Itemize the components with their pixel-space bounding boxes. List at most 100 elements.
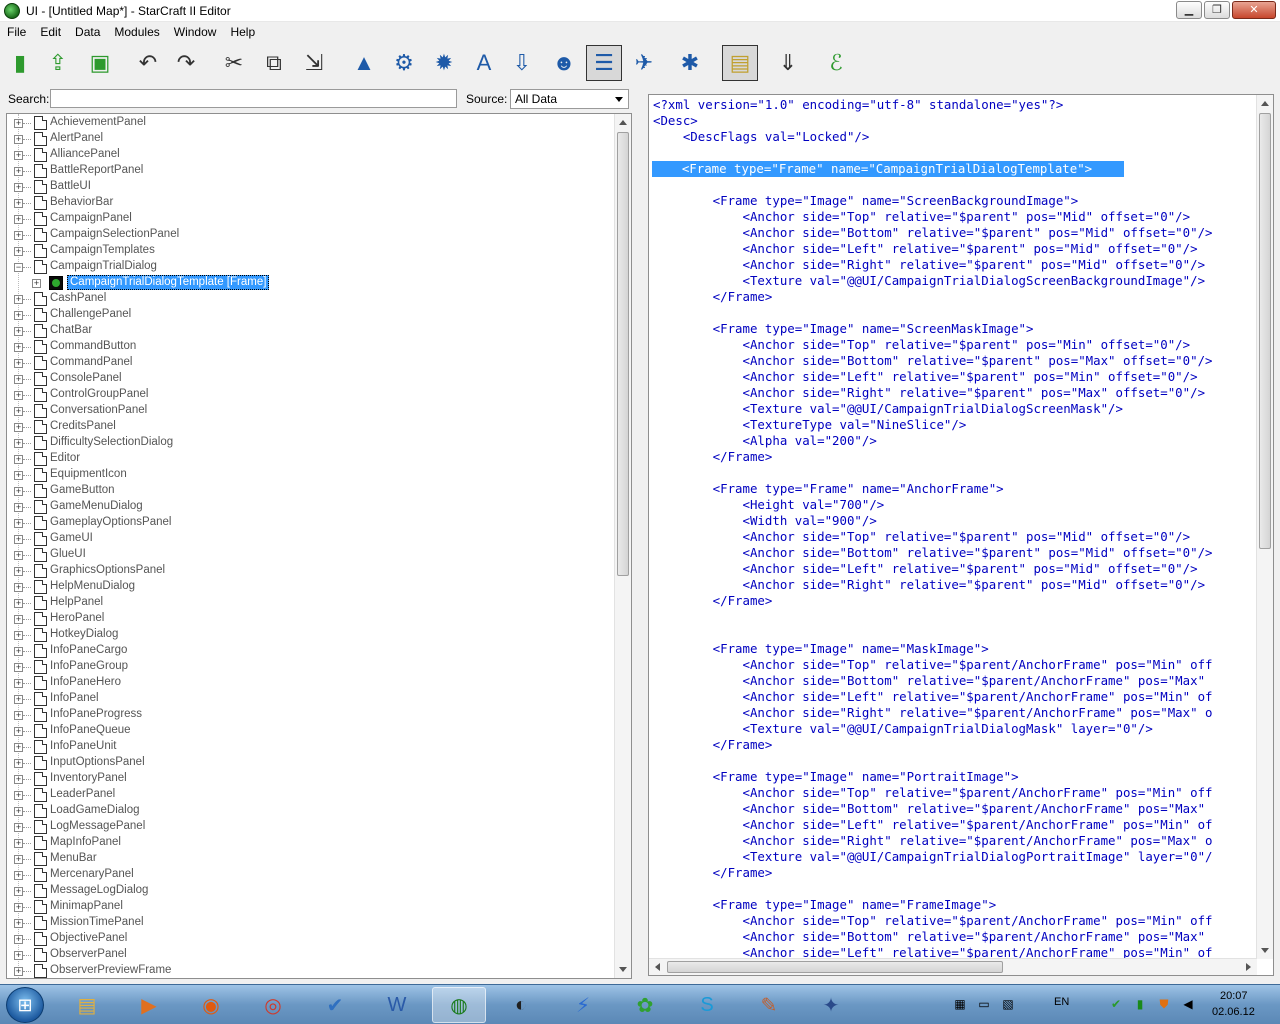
tree-item[interactable]: + BattleUI [7,179,617,195]
expand-icon[interactable]: + [14,439,23,448]
expand-icon[interactable]: + [14,887,23,896]
media-player-icon[interactable]: ▶ [122,987,176,1023]
expand-icon[interactable]: + [14,615,23,624]
tree-item[interactable]: + InputOptionsPanel [7,755,617,771]
menu-window[interactable]: Window [167,25,224,39]
expand-icon[interactable]: + [14,327,23,336]
expand-icon[interactable]: + [14,295,23,304]
tree-item[interactable]: + BehaviorBar [7,195,617,211]
scroll-left-icon[interactable] [655,963,660,971]
language-indicator[interactable]: EN [1054,996,1069,1008]
tree-item[interactable]: + HelpPanel [7,595,617,611]
close-button[interactable]: ✕ [1232,1,1276,19]
expand-icon[interactable]: + [14,855,23,864]
tree-item[interactable]: + ChatBar [7,323,617,339]
expand-icon[interactable]: + [14,647,23,656]
tree-item[interactable]: + InventoryPanel [7,771,617,787]
new-document-icon[interactable]: ▮ [2,45,38,81]
clock-date[interactable]: 02.06.12 [1212,1006,1255,1018]
menu-modules[interactable]: Modules [107,25,166,39]
previewer-module-icon[interactable]: ✱ [672,45,708,81]
starcraft-editor-icon[interactable]: ◍ [432,987,486,1023]
tree-item[interactable]: + HotkeyDialog [7,627,617,643]
expand-icon[interactable]: + [14,935,23,944]
tree-item[interactable]: + CommandButton [7,339,617,355]
expand-icon[interactable]: + [14,215,23,224]
text-module-icon[interactable]: A [466,45,502,81]
tree-vertical-scrollbar[interactable] [614,114,631,978]
clock-time[interactable]: 20:07 [1220,990,1248,1002]
tree-item[interactable]: + MapInfoPanel [7,835,617,851]
undo-icon[interactable]: ↶ [130,45,166,81]
start-button[interactable]: ⊞ [6,987,44,1023]
expand-icon[interactable]: + [14,663,23,672]
expand-icon[interactable]: + [14,167,23,176]
tray-shield-icon[interactable]: ⛊ [1156,996,1172,1012]
expand-icon[interactable]: + [14,583,23,592]
chrome-icon[interactable]: ◎ [246,987,300,1023]
expand-icon[interactable]: + [14,695,23,704]
expand-icon[interactable]: + [14,599,23,608]
expand-icon[interactable]: + [14,551,23,560]
expand-icon[interactable]: + [14,151,23,160]
tree-item[interactable]: + EquipmentIcon [7,467,617,483]
xml-hscroll-thumb[interactable] [667,961,1003,973]
menu-data[interactable]: Data [68,25,107,39]
tree-item[interactable]: + MessageLogDialog [7,883,617,899]
starcraft-icon[interactable]: ✦ [804,987,858,1023]
tree-item[interactable]: + ChallengePanel [7,307,617,323]
expand-icon[interactable]: + [14,871,23,880]
expand-icon[interactable]: + [14,343,23,352]
tree-item[interactable]: + MissionTimePanel [7,915,617,931]
expand-icon[interactable]: + [14,503,23,512]
scroll-down-icon[interactable] [619,967,627,972]
expand-icon[interactable]: + [14,951,23,960]
menu-file[interactable]: File [0,25,33,39]
tray-security-icon[interactable]: ✔ [1108,996,1124,1012]
expand-icon[interactable]: + [14,759,23,768]
expand-icon[interactable]: + [14,359,23,368]
maximize-button[interactable]: ❐ [1204,1,1230,19]
expand-icon[interactable]: + [32,279,41,288]
tree-item[interactable]: + CampaignPanel [7,211,617,227]
tree-scroll-thumb[interactable] [617,132,629,576]
script-icon[interactable]: ▤ [722,45,758,81]
skype-icon[interactable]: S [680,987,734,1023]
tree-item[interactable]: + ObjectivePanel [7,931,617,947]
xml-export-icon[interactable]: ⇓ [770,45,806,81]
tree-item[interactable]: + ConversationPanel [7,403,617,419]
tree-item[interactable]: + AchievementPanel [7,115,617,131]
expand-icon[interactable]: + [14,135,23,144]
expand-icon[interactable]: + [14,375,23,384]
tree-item[interactable]: + MenuBar [7,851,617,867]
word-icon[interactable]: W [370,987,424,1023]
expand-icon[interactable]: + [14,199,23,208]
test-map-icon[interactable]: ℰ [818,45,854,81]
scroll-up-icon[interactable] [1261,101,1269,106]
steam-icon[interactable]: ◐ [494,987,548,1023]
tree-item[interactable]: + InfoPaneProgress [7,707,617,723]
menu-edit[interactable]: Edit [33,25,68,39]
tree-item[interactable]: + CashPanel [7,291,617,307]
tree-item[interactable]: + HeroPanel [7,611,617,627]
tree-item[interactable]: + ConsolePanel [7,371,617,387]
firefox-icon[interactable]: ◉ [184,987,238,1023]
scroll-down-icon[interactable] [1261,948,1269,953]
search-input[interactable] [50,89,457,108]
save-icon[interactable]: ▣ [82,45,118,81]
tree-item[interactable]: + HelpMenuDialog [7,579,617,595]
expand-icon[interactable]: + [14,631,23,640]
tray-battery-icon[interactable]: ▮ [1132,996,1148,1012]
tree-item[interactable]: + InfoPaneQueue [7,723,617,739]
xml-vertical-scrollbar[interactable] [1256,95,1273,959]
tree-item[interactable]: + InfoPanel [7,691,617,707]
ai-module-icon[interactable]: ☻ [546,45,582,81]
tree-item[interactable]: + LogMessagePanel [7,819,617,835]
trigger-module-icon[interactable]: ⚙ [386,45,422,81]
expand-icon[interactable]: + [14,423,23,432]
xml-scroll-thumb[interactable] [1259,113,1271,549]
expand-icon[interactable]: + [14,391,23,400]
scroll-right-icon[interactable] [1246,963,1251,971]
tree-item[interactable]: + LoadGameDialog [7,803,617,819]
tree-item[interactable]: + LeaderPanel [7,787,617,803]
